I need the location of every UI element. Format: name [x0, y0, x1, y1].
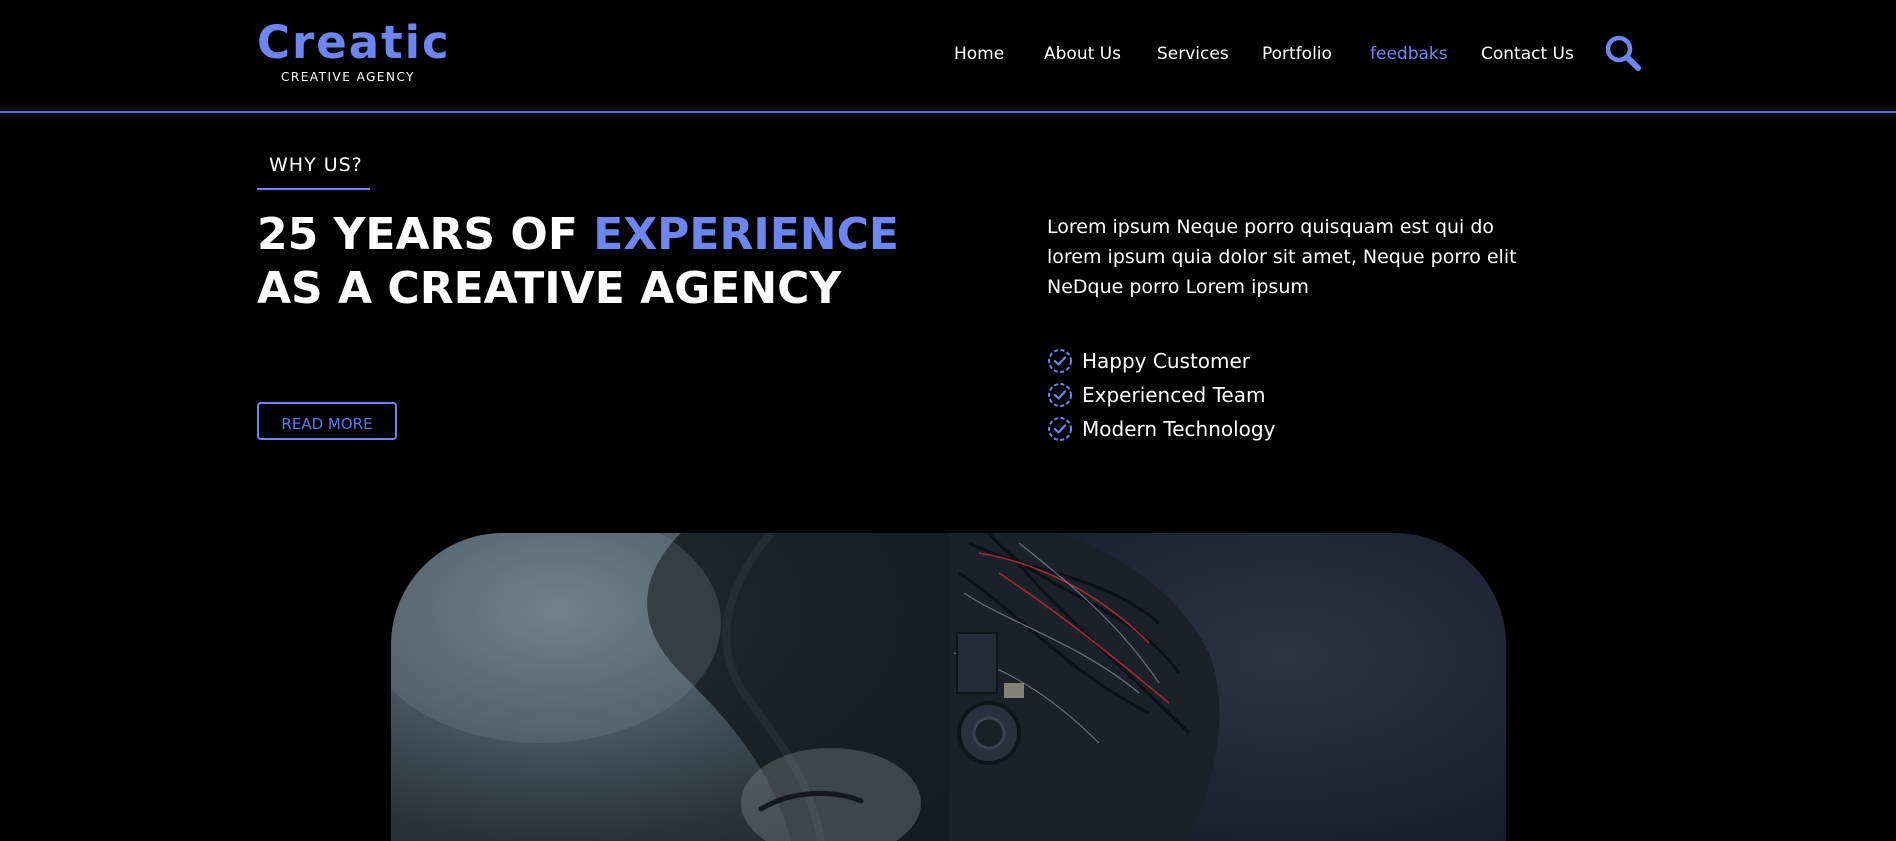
- check-circle-icon: [1048, 383, 1072, 407]
- logo-title: Creatic: [257, 16, 451, 69]
- robot-head-illustration: [949, 533, 1220, 841]
- headline-part1: 25 YEARS OF: [257, 209, 594, 260]
- headline-accent: EXPERIENCE: [593, 209, 899, 260]
- nav-item-contact-us[interactable]: Contact Us: [1481, 44, 1574, 64]
- feature-label: Happy Customer: [1082, 349, 1251, 373]
- robot-head-image: [949, 533, 1506, 841]
- nav-item-home[interactable]: Home: [954, 44, 1004, 64]
- read-more-button[interactable]: READ MORE: [257, 402, 397, 440]
- human-face-image: [391, 533, 951, 841]
- section-eyebrow: WHY US?: [257, 150, 370, 190]
- logo[interactable]: Creatic CREATIVE AGENCY: [257, 16, 451, 85]
- nav-item-about-us[interactable]: About Us: [1044, 44, 1121, 64]
- nav-item-feedbaks[interactable]: feedbaks: [1370, 44, 1448, 64]
- nav-item-services[interactable]: Services: [1157, 44, 1229, 64]
- logo-tagline: CREATIVE AGENCY: [281, 70, 415, 84]
- list-item: Modern Technology: [1047, 412, 1275, 446]
- section-description: Lorem ipsum Neque porro quisquam est qui…: [1047, 216, 1517, 298]
- headline-line2: AS A CREATIVE AGENCY: [257, 263, 842, 314]
- feature-label: Modern Technology: [1082, 417, 1276, 441]
- eyebrow-label: WHY US?: [269, 154, 363, 176]
- nav-item-portfolio[interactable]: Portfolio: [1262, 44, 1332, 64]
- site-header: Creatic CREATIVE AGENCY Home About Us Se…: [0, 0, 1896, 113]
- check-circle-icon: [1048, 349, 1072, 373]
- list-item: Happy Customer: [1047, 344, 1275, 378]
- check-circle-icon: [1048, 417, 1072, 441]
- section-headline: 25 YEARS OF EXPERIENCE AS A CREATIVE AGE…: [257, 208, 899, 316]
- human-face-illustration: [391, 533, 951, 841]
- search-icon[interactable]: [1604, 34, 1642, 72]
- feature-label: Experienced Team: [1082, 383, 1266, 407]
- hero-image: [391, 533, 1506, 841]
- feature-list: Happy Customer Experienced Team Modern T…: [1047, 344, 1275, 446]
- list-item: Experienced Team: [1047, 378, 1275, 412]
